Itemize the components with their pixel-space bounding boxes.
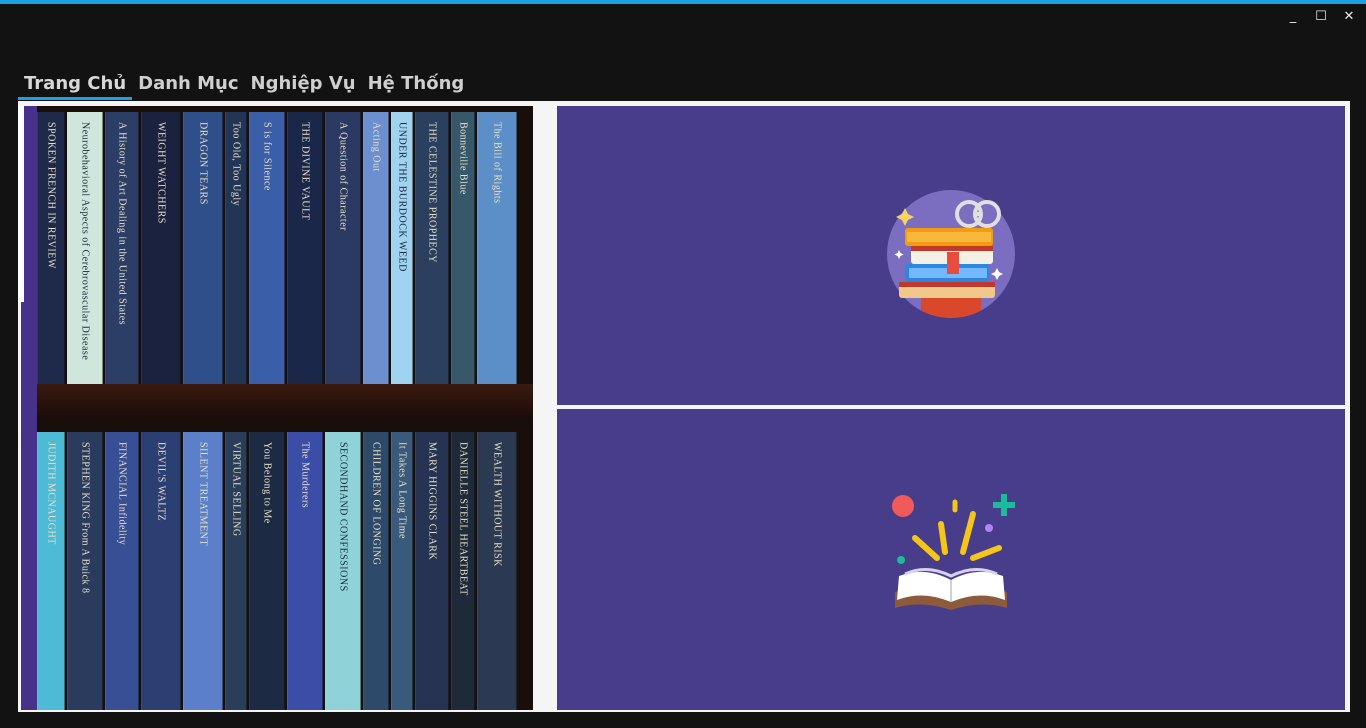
book-spine-title: Bonneville Blue [457, 122, 469, 195]
bottom-book-11: MARY HIGGINS CLARK [415, 432, 449, 710]
bottom-book-12: DANIELLE STEEL HEARTBEAT [451, 432, 475, 710]
bottom-book-13: WEALTH WITHOUT RISK [477, 432, 517, 710]
bottom-book-9: CHILDREN OF LONGING [363, 432, 389, 710]
shelf-plank [37, 384, 533, 418]
menu-tab-danh-muc[interactable]: Danh Mục [132, 73, 244, 100]
bottom-book-4: SILENT TREATMENT [183, 432, 223, 710]
book-spine-title: STEPHEN KING From A Buick 8 [79, 442, 91, 594]
bottom-book-10: It Takes A Long Time [391, 432, 413, 710]
open-book-icon [881, 488, 1021, 632]
book-spine-title: Neurobehavioral Aspects of Cerebrovascul… [79, 122, 91, 361]
book-spine-title: SECONDHAND CONFESSIONS [337, 442, 349, 592]
top-book-2: A History of Art Dealing in the United S… [105, 112, 139, 384]
window-controls: _ ☐ ✕ [1284, 8, 1358, 24]
bottom-book-3: DEVIL'S WALTZ [141, 432, 181, 710]
book-spine-title: WEALTH WITHOUT RISK [491, 442, 503, 567]
book-spine-title: DEVIL'S WALTZ [155, 442, 167, 522]
main-content: SPOKEN FRENCH IN REVIEW Neurobehavioral A… [18, 104, 1350, 712]
top-book-0: SPOKEN FRENCH IN REVIEW [37, 112, 65, 384]
top-book-8: A Question of Character [325, 112, 361, 384]
left-edge-strip [18, 106, 24, 302]
top-book-6: S is for Silence [249, 112, 285, 384]
book-spine-title: JUDITH MCNAUGHT [45, 442, 57, 545]
book-spine-title: Too Old, Too Ugly [230, 122, 242, 207]
book-spine-title: MARY HIGGINS CLARK [426, 442, 438, 561]
menu-tab-he-thong[interactable]: Hệ Thống [362, 73, 471, 100]
menu-tab-trang-chu[interactable]: Trang Chủ [18, 73, 133, 100]
bottom-book-5: VIRTUAL SELLING [225, 432, 247, 710]
bottom-book-6: You Belong to Me [249, 432, 285, 710]
book-spine-title: DRAGON TEARS [197, 122, 209, 205]
top-book-7: THE DIVINE VAULT [287, 112, 323, 384]
panel-books-tile[interactable] [557, 106, 1345, 405]
bottom-book-1: STEPHEN KING From A Buick 8 [67, 432, 103, 710]
bottom-book-2: FINANCIAL Infidelity [105, 432, 139, 710]
close-button[interactable]: ✕ [1340, 8, 1358, 24]
top-book-12: Bonneville Blue [451, 112, 475, 384]
top-book-4: DRAGON TEARS [183, 112, 223, 384]
book-spine-title: WEIGHT WATCHERS [155, 122, 167, 224]
book-spine-title: VIRTUAL SELLING [230, 442, 242, 537]
minimize-button[interactable]: _ [1284, 8, 1302, 24]
book-spine-title: You Belong to Me [261, 442, 273, 524]
book-spine-title: A Question of Character [337, 122, 349, 231]
book-spine-title: UNDER THE BURDOCK WEED [396, 122, 408, 272]
book-spine-title: It Takes A Long Time [396, 442, 408, 539]
book-spine-title: The Bill of Rights [491, 122, 503, 204]
shelf-row-top: SPOKEN FRENCH IN REVIEW Neurobehavioral A… [37, 112, 533, 384]
bottom-book-8: SECONDHAND CONFESSIONS [325, 432, 361, 710]
top-book-9: Acting Out [363, 112, 389, 384]
book-spine-title: SILENT TREATMENT [197, 442, 209, 547]
book-spine-title: CHILDREN OF LONGING [370, 442, 382, 566]
top-book-5: Too Old, Too Ugly [225, 112, 247, 384]
window-accent-bar [0, 0, 1366, 4]
ribbon-menu: Trang Chủ Danh Mục Nghiệp Vụ Hệ Thống [18, 70, 470, 100]
top-book-13: The Bill of Rights [477, 112, 517, 384]
book-spine-title: The Murderers [299, 442, 311, 509]
menu-tab-nghiep-vu[interactable]: Nghiệp Vụ [245, 73, 362, 100]
book-spine-title: THE DIVINE VAULT [299, 122, 311, 221]
book-spine-title: S is for Silence [261, 122, 273, 191]
books-with-glasses-icon [885, 188, 1017, 324]
top-book-3: WEIGHT WATCHERS [141, 112, 181, 384]
book-spine-title: FINANCIAL Infidelity [116, 442, 128, 546]
bookshelf-image: SPOKEN FRENCH IN REVIEW Neurobehavioral A… [21, 106, 533, 710]
book-spine-title: THE CELESTINE PROPHECY [426, 122, 438, 263]
book-spine-title: SPOKEN FRENCH IN REVIEW [45, 122, 57, 269]
top-book-11: THE CELESTINE PROPHECY [415, 112, 449, 384]
book-spine-title: A History of Art Dealing in the United S… [116, 122, 128, 326]
top-book-1: Neurobehavioral Aspects of Cerebrovascul… [67, 112, 103, 384]
bottom-book-0: JUDITH MCNAUGHT [37, 432, 65, 710]
top-book-10: UNDER THE BURDOCK WEED [391, 112, 413, 384]
bottom-book-7: The Murderers [287, 432, 323, 710]
book-spine-title: Acting Out [370, 122, 382, 172]
shelf-row-bottom: JUDITH MCNAUGHT STEPHEN KING From A Buick… [37, 432, 533, 710]
book-spine-title: DANIELLE STEEL HEARTBEAT [457, 442, 469, 596]
panel-open-book-tile[interactable] [557, 409, 1345, 710]
maximize-button[interactable]: ☐ [1312, 8, 1330, 24]
